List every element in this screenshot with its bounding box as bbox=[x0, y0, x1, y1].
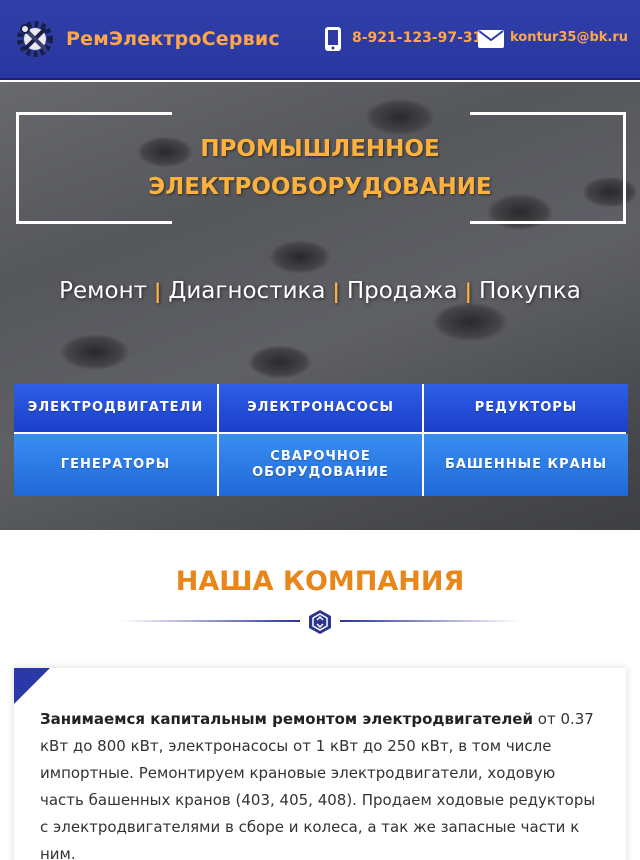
category-electric-pumps[interactable]: ЭЛЕКТРОНАСОСЫ bbox=[219, 384, 422, 432]
service-separator: | bbox=[464, 279, 472, 303]
hero-title-line2: ЭЛЕКТРООБОРУДОВАНИЕ bbox=[148, 174, 492, 200]
card-corner-accent bbox=[14, 668, 50, 704]
company-description-card: Занимаемся капитальным ремонтом электрод… bbox=[14, 668, 626, 860]
service-separator: | bbox=[154, 279, 162, 303]
company-description-bold: Занимаемся капитальным ремонтом электрод… bbox=[40, 710, 533, 728]
service-repair: Ремонт bbox=[59, 278, 148, 304]
divider-line-left bbox=[120, 620, 300, 622]
services-list: Ремонт | Диагностика | Продажа | Покупка bbox=[0, 278, 640, 304]
category-grid: ЭЛЕКТРОДВИГАТЕЛИ ЭЛЕКТРОНАСОСЫ РЕДУКТОРЫ… bbox=[14, 384, 628, 496]
category-gearboxes[interactable]: РЕДУКТОРЫ bbox=[424, 384, 628, 432]
phone-icon bbox=[325, 27, 341, 51]
service-diagnostics: Диагностика bbox=[168, 278, 326, 304]
section-title-company: НАША КОМПАНИЯ bbox=[175, 566, 465, 597]
category-tower-cranes[interactable]: БАШЕННЫЕ КРАНЫ bbox=[424, 434, 628, 496]
email-link[interactable]: kontur35@bk.ru bbox=[510, 30, 628, 45]
hero-title: ПРОМЫШЛЕННОЕ ЭЛЕКТРООБОРУДОВАНИЕ bbox=[90, 130, 550, 206]
service-separator: | bbox=[332, 279, 340, 303]
company-description: Занимаемся капитальным ремонтом электрод… bbox=[40, 706, 600, 860]
divider-line-right bbox=[340, 620, 520, 622]
company-description-rest: от 0.37 кВт до 800 кВт, электронасосы от… bbox=[40, 710, 596, 860]
site-logo-text[interactable]: РемЭлектроСервис bbox=[66, 28, 280, 50]
category-welding-equipment[interactable]: СВАРОЧНОЕ ОБОРУДОВАНИЕ bbox=[219, 434, 422, 496]
mail-icon bbox=[478, 30, 504, 48]
service-purchase: Покупка bbox=[478, 278, 581, 304]
hero-banner: ПРОМЫШЛЕННОЕ ЭЛЕКТРООБОРУДОВАНИЕ Ремонт |… bbox=[0, 82, 640, 530]
gear-wrench-logo-icon[interactable] bbox=[14, 18, 56, 60]
service-sale: Продажа bbox=[346, 278, 458, 304]
category-generators[interactable]: ГЕНЕРАТОРЫ bbox=[14, 434, 217, 496]
phone-number-link[interactable]: 8-921-123-97-31 bbox=[352, 30, 482, 46]
hero-title-line1: ПРОМЫШЛЕННОЕ bbox=[200, 136, 440, 162]
site-header: РемЭлектроСервис 8-921-123-97-31 kontur3… bbox=[0, 0, 640, 80]
hexagon-arrows-icon bbox=[309, 610, 331, 634]
category-electric-motors[interactable]: ЭЛЕКТРОДВИГАТЕЛИ bbox=[14, 384, 217, 432]
